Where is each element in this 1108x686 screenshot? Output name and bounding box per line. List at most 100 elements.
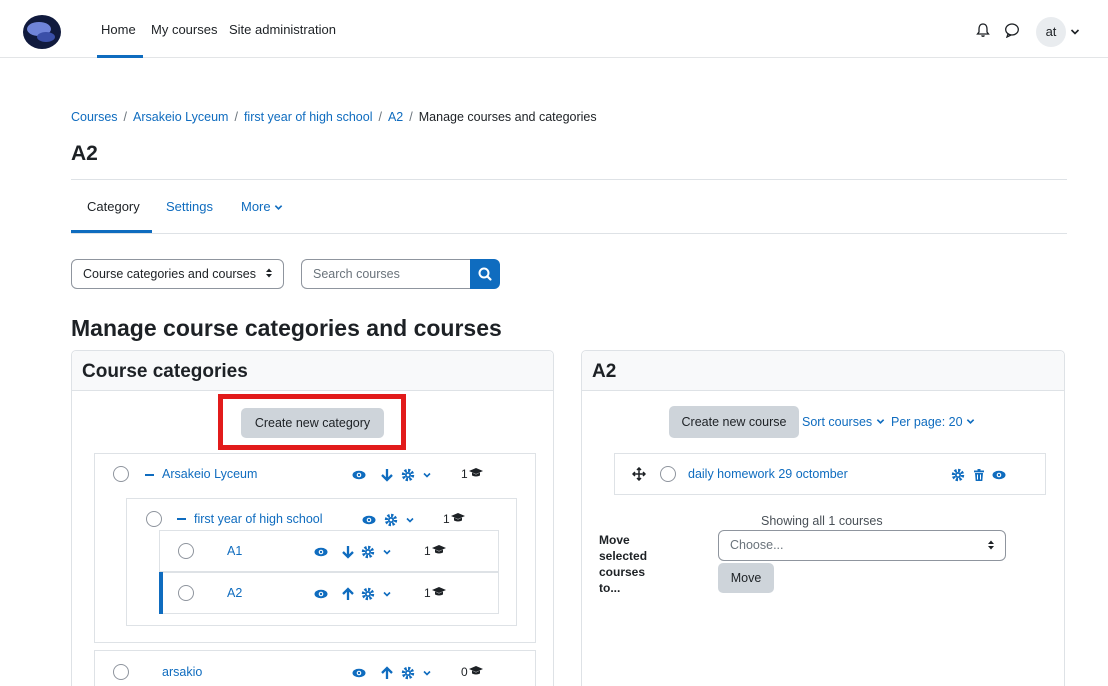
eye-icon[interactable] bbox=[352, 666, 366, 680]
eye-icon[interactable] bbox=[352, 468, 366, 482]
panel-header: A2 bbox=[582, 351, 1064, 391]
breadcrumb-current: Manage courses and categories bbox=[418, 110, 597, 124]
gear-icon[interactable] bbox=[951, 468, 965, 482]
chevron-down-icon bbox=[876, 419, 884, 424]
category-course-count: 1 bbox=[461, 467, 484, 481]
move-target-select[interactable]: Choose... bbox=[718, 530, 1006, 561]
breadcrumb: Courses / Arsakeio Lyceum / first year of hi… bbox=[71, 110, 597, 124]
per-page-label: Per page: 20 bbox=[891, 415, 963, 429]
chevron-down-icon[interactable] bbox=[380, 545, 394, 559]
graduation-cap-icon bbox=[468, 666, 483, 675]
category-course-count: 1 bbox=[443, 512, 466, 526]
tab-more[interactable]: More bbox=[241, 199, 283, 214]
arrow-down-icon[interactable] bbox=[341, 545, 355, 559]
breadcrumb-courses[interactable]: Courses bbox=[71, 110, 118, 124]
sort-courses-dropdown[interactable]: Sort courses bbox=[802, 415, 885, 429]
collapse-icon[interactable] bbox=[145, 474, 154, 476]
category-link[interactable]: A2 bbox=[227, 586, 242, 600]
nav-my-courses[interactable]: My courses bbox=[151, 22, 217, 37]
category-course-count: 1 bbox=[424, 586, 447, 600]
graduation-cap-icon bbox=[431, 587, 446, 596]
select-arrows-icon bbox=[987, 531, 995, 560]
highlight-box bbox=[218, 394, 406, 450]
chevron-down-icon bbox=[275, 205, 283, 211]
breadcrumb-separator: / bbox=[409, 110, 413, 124]
user-avatar[interactable]: at bbox=[1036, 17, 1066, 47]
category-course-count: 1 bbox=[424, 544, 447, 558]
create-new-course-button[interactable]: Create new course bbox=[669, 406, 799, 438]
chevron-down-icon[interactable] bbox=[420, 666, 434, 680]
search-courses-input[interactable]: Search courses bbox=[301, 259, 471, 289]
category-checkbox[interactable] bbox=[113, 664, 129, 680]
category-item-a2 bbox=[159, 572, 499, 614]
tab-more-label: More bbox=[241, 199, 271, 214]
gear-icon[interactable] bbox=[401, 666, 415, 680]
gear-icon[interactable] bbox=[384, 513, 398, 527]
chevron-down-icon[interactable] bbox=[1070, 27, 1080, 37]
top-navbar: Home My courses Site administration at bbox=[0, 0, 1108, 58]
graduation-cap-icon bbox=[468, 468, 483, 477]
nav-home[interactable]: Home bbox=[101, 22, 136, 37]
arrow-down-icon[interactable] bbox=[380, 468, 394, 482]
chevron-down-icon[interactable] bbox=[420, 468, 434, 482]
bell-icon[interactable] bbox=[975, 22, 991, 38]
gear-icon[interactable] bbox=[361, 587, 375, 601]
category-count-value: 1 bbox=[424, 544, 431, 558]
showing-courses-text: Showing all 1 courses bbox=[761, 514, 883, 528]
category-count-value: 1 bbox=[424, 586, 431, 600]
gear-icon[interactable] bbox=[361, 545, 375, 559]
select-arrows-icon bbox=[265, 260, 273, 288]
panel-title: A2 bbox=[592, 361, 617, 382]
site-logo[interactable] bbox=[22, 12, 62, 52]
move-button[interactable]: Move bbox=[718, 563, 774, 593]
graduation-cap-icon bbox=[450, 513, 465, 522]
collapse-icon[interactable] bbox=[177, 518, 186, 520]
panel-header: Course categories bbox=[72, 351, 553, 391]
tab-settings[interactable]: Settings bbox=[166, 199, 213, 214]
category-checkbox[interactable] bbox=[178, 543, 194, 559]
sort-courses-label: Sort courses bbox=[802, 415, 873, 429]
category-link[interactable]: A1 bbox=[227, 544, 242, 558]
arrow-up-icon[interactable] bbox=[341, 587, 355, 601]
category-link[interactable]: Arsakeio Lyceum bbox=[162, 467, 257, 481]
category-checkbox[interactable] bbox=[146, 511, 162, 527]
category-count-value: 1 bbox=[461, 467, 468, 481]
eye-icon[interactable] bbox=[362, 513, 376, 527]
gear-icon[interactable] bbox=[401, 468, 415, 482]
category-count-value: 1 bbox=[443, 512, 450, 526]
search-icon bbox=[478, 267, 492, 281]
chevron-down-icon[interactable] bbox=[403, 513, 417, 527]
search-button[interactable] bbox=[470, 259, 500, 289]
category-count-value: 0 bbox=[461, 665, 468, 679]
eye-icon[interactable] bbox=[314, 545, 328, 559]
view-mode-select-value: Course categories and courses bbox=[83, 267, 257, 281]
breadcrumb-arsakeio-lyceum[interactable]: Arsakeio Lyceum bbox=[133, 110, 228, 124]
divider bbox=[71, 179, 1067, 180]
chat-icon[interactable] bbox=[1004, 22, 1020, 38]
chevron-down-icon[interactable] bbox=[380, 587, 394, 601]
breadcrumb-first-year[interactable]: first year of high school bbox=[244, 110, 373, 124]
category-link[interactable]: arsakio bbox=[162, 665, 202, 679]
breadcrumb-separator: / bbox=[378, 110, 382, 124]
move-icon[interactable] bbox=[632, 467, 646, 481]
move-target-select-value: Choose... bbox=[730, 538, 784, 552]
move-selected-label: Move selected courses to... bbox=[599, 533, 648, 595]
course-checkbox[interactable] bbox=[660, 466, 676, 482]
category-course-count: 0 bbox=[461, 665, 484, 679]
trash-icon[interactable] bbox=[972, 468, 986, 482]
category-link[interactable]: first year of high school bbox=[194, 512, 323, 526]
divider bbox=[71, 233, 1067, 234]
nav-site-administration[interactable]: Site administration bbox=[229, 22, 336, 37]
graduation-cap-icon bbox=[431, 545, 446, 554]
eye-icon[interactable] bbox=[992, 468, 1006, 482]
category-checkbox[interactable] bbox=[178, 585, 194, 601]
arrow-up-icon[interactable] bbox=[380, 666, 394, 680]
course-link[interactable]: daily homework 29 octomber bbox=[688, 467, 848, 481]
breadcrumb-separator: / bbox=[234, 110, 238, 124]
eye-icon[interactable] bbox=[314, 587, 328, 601]
per-page-dropdown[interactable]: Per page: 20 bbox=[891, 415, 975, 429]
breadcrumb-a2[interactable]: A2 bbox=[388, 110, 403, 124]
category-checkbox[interactable] bbox=[113, 466, 129, 482]
tab-category[interactable]: Category bbox=[87, 199, 140, 214]
view-mode-select[interactable]: Course categories and courses bbox=[71, 259, 284, 289]
